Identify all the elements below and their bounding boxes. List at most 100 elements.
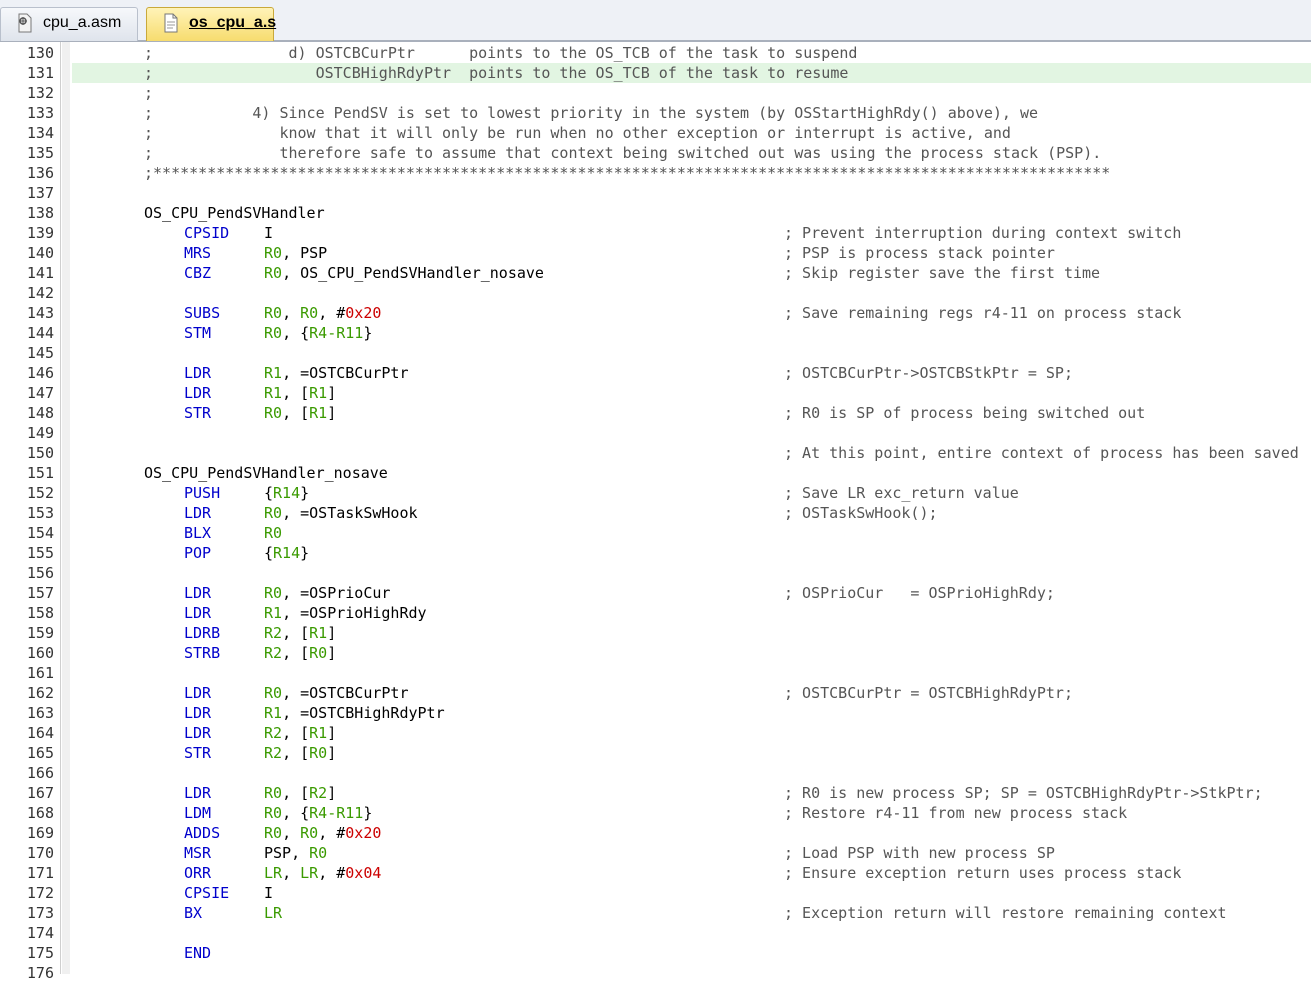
code-line[interactable]: 140 MRS R0, PSP ; PSP is process stack poin… — [0, 243, 1311, 263]
operands: R0, R0, #0x20 — [264, 303, 381, 323]
line-text — [72, 283, 1311, 303]
code-line[interactable]: 162 LDR R0, =OSTCBCurPtr ; OSTCBCurPtr = OS… — [0, 683, 1311, 703]
line-number: 138 — [26, 204, 54, 222]
operand-token: } — [300, 544, 310, 562]
opcode: STM — [184, 324, 212, 342]
code-line[interactable]: 132; — [0, 83, 1311, 103]
opcode: LDR — [184, 504, 212, 522]
code-line[interactable]: 136 ;************************************… — [0, 163, 1311, 183]
code-line[interactable]: 151 OS_CPU_PendSVHandler_nosave — [0, 463, 1311, 483]
line-number: 151 — [26, 464, 54, 482]
code-line[interactable]: 148 STR R0, [R1] ; R0 is SP of process bein… — [0, 403, 1311, 423]
line-number: 147 — [26, 384, 54, 402]
register-token: LR — [300, 864, 319, 882]
line-text: LDR R1, =OSTCBHighRdyPtr — [72, 703, 1311, 723]
register-token: R2 — [264, 644, 283, 662]
code-line[interactable]: 176 — [0, 963, 1311, 983]
operands: {R14} — [264, 483, 309, 503]
code-line[interactable]: 141 CBZ R0, OS_CPU_PendSVHandler_nosave ; S… — [0, 263, 1311, 283]
line-number: 143 — [26, 304, 54, 322]
code-line[interactable]: 152 PUSH {R14} ; Save LR exc_return value — [0, 483, 1311, 503]
opcode: LDR — [184, 704, 212, 722]
opcode: MRS — [184, 244, 212, 262]
operand-token: ] — [327, 384, 337, 402]
line-text: CPSIE I — [72, 883, 1311, 903]
opcode: END — [184, 944, 212, 962]
code-line[interactable]: 146 LDR R1, =OSTCBCurPtr ; OSTCBCurPtr->OST… — [0, 363, 1311, 383]
code-line[interactable]: 154 BLX R0 — [0, 523, 1311, 543]
code-line[interactable]: 160 STRB R2, [R0] — [0, 643, 1311, 663]
opcode: CBZ — [184, 264, 212, 282]
opcode: BLX — [184, 524, 212, 542]
code-line[interactable]: 171 ORR LR, LR, #0x04; Ensure exception re… — [0, 863, 1311, 883]
line-text: PUSH {R14} ; Save LR exc_return value — [72, 483, 1311, 503]
code-line[interactable]: 143 SUBS R0, R0, #0x20; Save remaining reg… — [0, 303, 1311, 323]
line-number: 135 — [26, 144, 54, 162]
line-number: 142 — [26, 284, 54, 302]
comment-text: ; 4) Since PendSV is set to lowest prior… — [144, 104, 1039, 122]
code-line[interactable]: 173 BX LR ; Exception return will restore r… — [0, 903, 1311, 923]
code-line[interactable]: 150 ; At this point, entire context of pr… — [0, 443, 1311, 463]
line-text: STM R0, {R4-R11} — [72, 323, 1311, 343]
opcode: LDR — [184, 364, 212, 382]
register-token: R0 — [264, 264, 283, 282]
operands: I — [264, 883, 273, 903]
code-line[interactable]: 153 LDR R0, =OSTaskSwHook ; OSTaskSwHook(); — [0, 503, 1311, 523]
code-line[interactable]: 142 — [0, 283, 1311, 303]
code-line[interactable]: 145 — [0, 343, 1311, 363]
line-number: 152 — [26, 484, 54, 502]
code-line[interactable]: 149 — [0, 423, 1311, 443]
code-line[interactable]: 169 ADDS R0, R0, #0x20 — [0, 823, 1311, 843]
code-line[interactable]: 156 — [0, 563, 1311, 583]
code-line[interactable]: 170 MSR PSP, R0 ; Load PSP with new process… — [0, 843, 1311, 863]
code-line[interactable]: 130 ; d) OSTCBCurPtr points to the OS_TCB… — [0, 43, 1311, 63]
code-line[interactable]: 164 LDR R2, [R1] — [0, 723, 1311, 743]
code-line[interactable]: 172 CPSIE I — [0, 883, 1311, 903]
comment-text: ; — [144, 84, 154, 102]
register-token: R0 — [264, 824, 283, 842]
code-line[interactable]: 139 CPSID I ; Prevent interruption during c… — [0, 223, 1311, 243]
code-line[interactable]: 175 END — [0, 943, 1311, 963]
code-line[interactable]: 134 ; know that it will only be run when … — [0, 123, 1311, 143]
code-line[interactable]: 137 — [0, 183, 1311, 203]
code-line[interactable]: 159 LDRB R2, [R1] — [0, 623, 1311, 643]
code-line[interactable]: 163 LDR R1, =OSTCBHighRdyPtr — [0, 703, 1311, 723]
code-line[interactable]: 133 ; 4) Since PendSV is set to lowest pr… — [0, 103, 1311, 123]
code-line[interactable]: 157 LDR R0, =OSPrioCur ; OSPrioCur = OSPrio… — [0, 583, 1311, 603]
opcode: LDR — [184, 384, 212, 402]
opcode: LDR — [184, 604, 212, 622]
register-token: R0 — [300, 304, 319, 322]
code-editor[interactable]: 130 ; d) OSTCBCurPtr points to the OS_TCB… — [0, 42, 1311, 982]
comment-text: ; Load PSP with new process SP — [784, 844, 1055, 862]
code-line[interactable]: 165 STR R2, [R0] — [0, 743, 1311, 763]
opcode: STR — [184, 744, 212, 762]
code-line[interactable]: 138 OS_CPU_PendSVHandler — [0, 203, 1311, 223]
code-line[interactable]: 144 STM R0, {R4-R11} — [0, 323, 1311, 343]
line-text: POP {R14} — [72, 543, 1311, 563]
line-number: 140 — [26, 244, 54, 262]
line-number: 163 — [26, 704, 54, 722]
line-text: ; — [72, 83, 1311, 103]
comment-text: ; OSTCBHighRdyPtr points to the OS_TCB o… — [144, 64, 849, 82]
code-line[interactable]: 166 — [0, 763, 1311, 783]
tab-label: os_cpu_a.s — [189, 14, 277, 31]
code-line[interactable]: 131 ; OSTCBHighRdyPtr points to the OS_TC… — [0, 63, 1311, 83]
code-line[interactable]: 168 LDM R0, {R4-R11} ; Restore r4-11 from n… — [0, 803, 1311, 823]
operands: R2, [R0] — [264, 743, 336, 763]
code-line[interactable]: 174 — [0, 923, 1311, 943]
tab-os-cpu-a-s[interactable]: os_cpu_a.s — [146, 7, 277, 41]
register-token: R14 — [273, 544, 301, 562]
register-token: R2 — [309, 784, 328, 802]
tab-cpu-a-asm[interactable]: cpu_a.asm — [0, 7, 138, 41]
code-line[interactable]: 161 — [0, 663, 1311, 683]
register-token: LR — [264, 864, 283, 882]
operands: R1, =OSPrioHighRdy — [264, 603, 427, 623]
comment-text: ; At this point, entire context of proce… — [784, 444, 1299, 462]
code-line[interactable]: 135 ; therefore safe to assume that conte… — [0, 143, 1311, 163]
line-number: 156 — [26, 564, 54, 582]
code-line[interactable]: 167 LDR R0, [R2] ; R0 is new process SP; SP… — [0, 783, 1311, 803]
code-line[interactable]: 147 LDR R1, [R1] — [0, 383, 1311, 403]
code-line[interactable]: 155 POP {R14} — [0, 543, 1311, 563]
code-line[interactable]: 158 LDR R1, =OSPrioHighRdy — [0, 603, 1311, 623]
register-token: R0 — [264, 524, 283, 542]
